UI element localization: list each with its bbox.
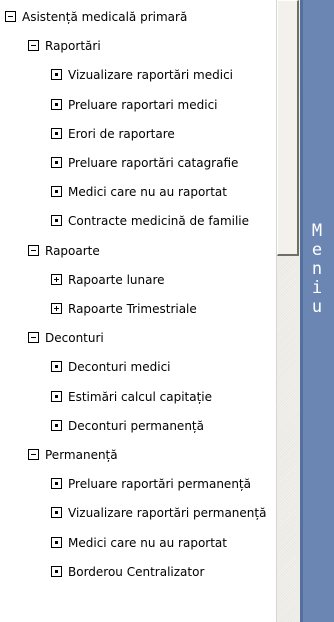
tree-item-label[interactable]: Preluare raportări permanență — [68, 474, 251, 494]
navigation-tree: Asistență medicală primară Raportări Vizua… — [0, 0, 276, 622]
tree-item-label[interactable]: Asistență medicală primară — [22, 7, 187, 27]
tree-item-label[interactable]: Medici care nu au raportat — [68, 533, 227, 553]
collapse-icon[interactable] — [28, 245, 39, 256]
tree-item-label[interactable]: Medici care nu au raportat — [68, 182, 227, 202]
menu-title-letter: u — [311, 297, 323, 317]
tree-item-label[interactable]: Contracte medicină de familie — [68, 211, 249, 231]
tree-item-label[interactable]: Estimări calcul capitație — [68, 387, 212, 407]
leaf-item-icon — [51, 69, 62, 80]
leaf-item-icon — [51, 566, 62, 577]
tree-item-label[interactable]: Erori de raportare — [68, 124, 175, 144]
leaf-item-icon — [51, 128, 62, 139]
leaf-item-icon — [51, 186, 62, 197]
leaf-item-icon — [51, 99, 62, 110]
leaf-item-icon — [51, 478, 62, 489]
tree-item-label[interactable]: Rapoarte — [45, 241, 100, 261]
menu-title[interactable]: Meniu — [300, 222, 334, 317]
leaf-item-icon — [51, 157, 62, 168]
leaf-item-icon — [51, 537, 62, 548]
tree-item-label[interactable]: Raportări — [45, 36, 101, 56]
leaf-item-icon — [51, 361, 62, 372]
leaf-item-icon — [51, 391, 62, 402]
expand-icon[interactable] — [51, 303, 62, 314]
collapse-icon[interactable] — [28, 449, 39, 460]
tree-item-label[interactable]: Permanență — [45, 445, 118, 465]
menu-sidebar[interactable]: Meniu — [300, 0, 334, 622]
leaf-item-icon — [51, 420, 62, 431]
tree-item-label[interactable]: Preluare raportari medici — [68, 95, 218, 115]
leaf-item-icon — [51, 215, 62, 226]
tree-item-label[interactable]: Deconturi permanență — [68, 416, 204, 436]
menu-title-letter: n — [311, 259, 323, 279]
menu-title-letter: M — [311, 221, 323, 241]
tree-item-label[interactable]: Borderou Centralizator — [68, 562, 204, 582]
collapse-icon[interactable] — [28, 332, 39, 343]
collapse-icon[interactable] — [5, 11, 16, 22]
tree-item-label[interactable]: Deconturi — [45, 328, 104, 348]
tree-item-label[interactable]: Rapoarte Trimestriale — [68, 299, 197, 319]
scrollbar-thumb[interactable] — [277, 0, 299, 256]
menu-title-letter: e — [311, 240, 323, 260]
tree-item-label[interactable]: Rapoarte lunare — [68, 270, 165, 290]
tree-item-label[interactable]: Vizualizare raportări permanență — [68, 503, 266, 523]
tree-scrollbar[interactable] — [276, 0, 301, 622]
tree-item-label[interactable]: Vizualizare raportări medici — [68, 65, 233, 85]
tree-item-label[interactable]: Deconturi medici — [68, 357, 171, 377]
collapse-icon[interactable] — [28, 40, 39, 51]
menu-title-letter: i — [311, 278, 323, 298]
expand-icon[interactable] — [51, 274, 62, 285]
tree-item-label[interactable]: Preluare raportări catagrafie — [68, 153, 238, 173]
leaf-item-icon — [51, 507, 62, 518]
